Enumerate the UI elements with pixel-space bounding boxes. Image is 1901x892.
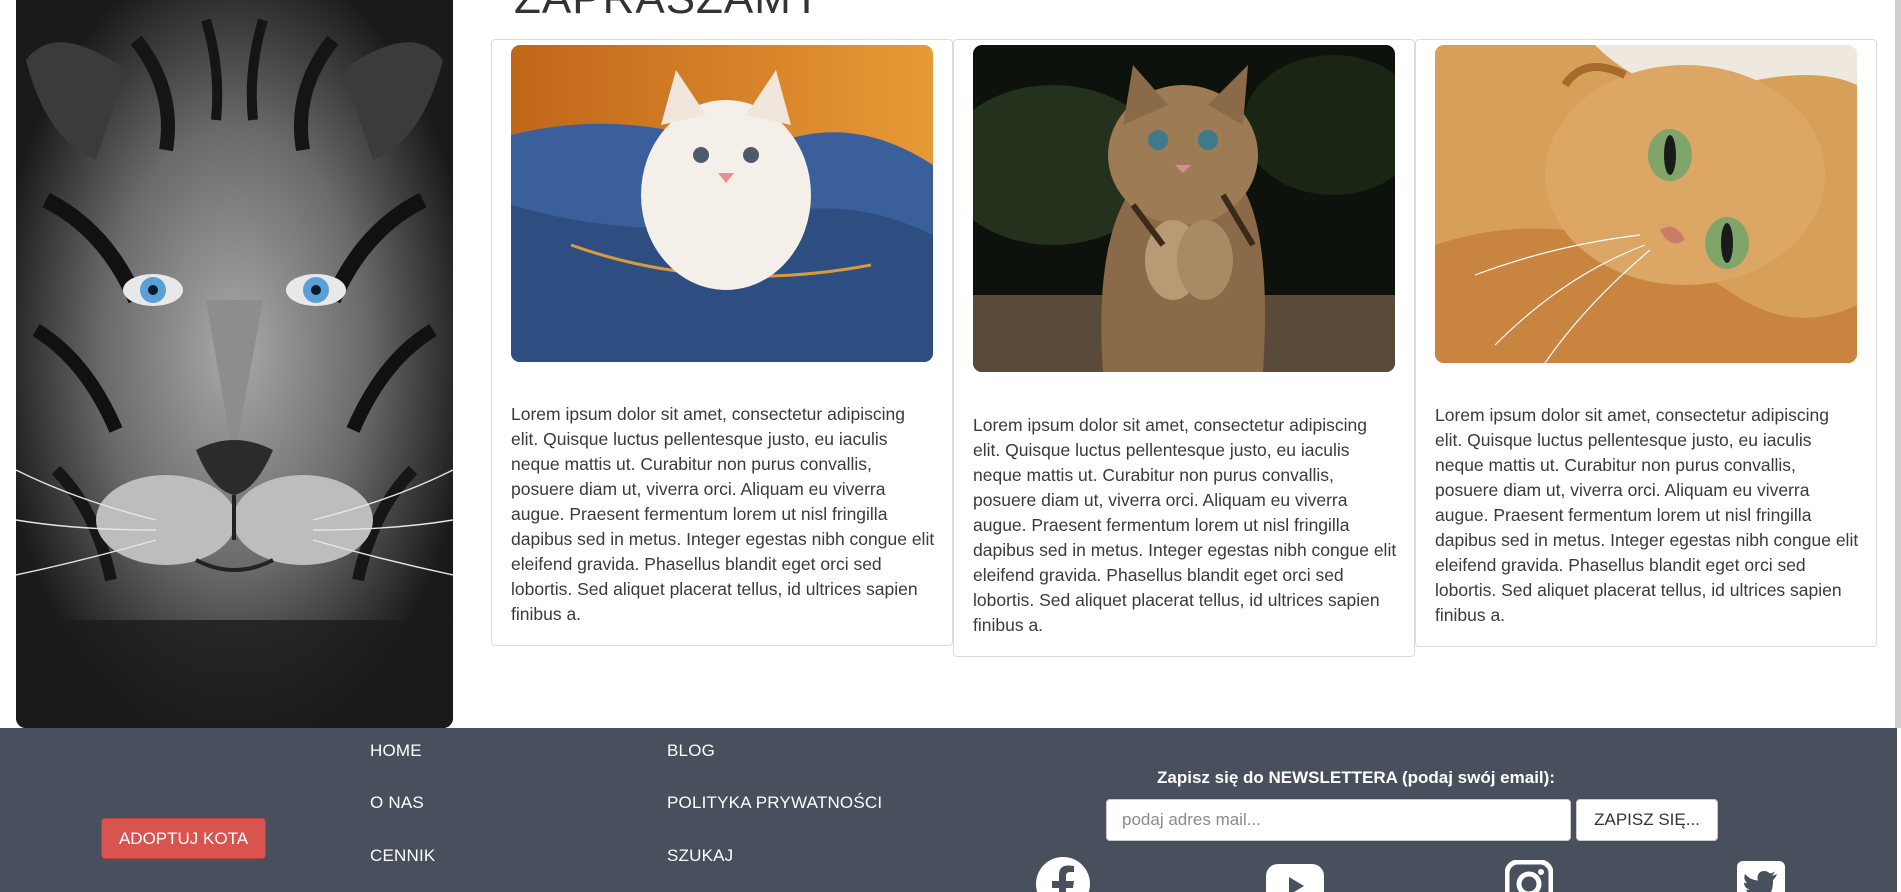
footer-link-about[interactable]: O NAS: [370, 793, 424, 813]
cat-card-1: Lorem ipsum dolor sit amet, consectetur …: [491, 39, 953, 646]
adopt-cat-button[interactable]: ADOPTUJ KOTA: [101, 818, 266, 859]
newsletter-subscribe-button[interactable]: ZAPISZ SIĘ...: [1576, 799, 1718, 841]
footer-link-home[interactable]: HOME: [370, 741, 422, 761]
scrollbar[interactable]: [1895, 0, 1901, 728]
ginger-cat-photo: [1435, 45, 1857, 363]
card-text: Lorem ipsum dolor sit amet, consectetur …: [511, 404, 935, 624]
cat-card-3: Lorem ipsum dolor sit amet, consectetur …: [1415, 39, 1877, 647]
instagram-icon[interactable]: [1504, 859, 1561, 892]
youtube-icon[interactable]: [1266, 864, 1324, 892]
newsletter-label: Zapisz się do NEWSLETTERA (podaj swój em…: [1157, 768, 1555, 787]
card-text: Lorem ipsum dolor sit amet, consectetur …: [973, 415, 1397, 635]
footer-link-blog[interactable]: BLOG: [667, 741, 715, 761]
cat-card-2: Lorem ipsum dolor sit amet, consectetur …: [953, 39, 1415, 657]
footer-link-pricing[interactable]: CENNIK: [370, 846, 435, 866]
page-title: ZAPRASZAMY: [514, 0, 822, 24]
kitten-in-jeans-photo: [511, 45, 933, 362]
twitter-icon[interactable]: [1737, 861, 1793, 892]
footer: ADOPTUJ KOTA HOME O NAS CENNIK BLOG POLI…: [0, 728, 1897, 892]
tiger-image: [16, 0, 453, 728]
newsletter-email-input[interactable]: [1106, 799, 1571, 841]
facebook-icon[interactable]: [1035, 856, 1091, 892]
footer-link-privacy[interactable]: POLITYKA PRYWATNOŚCI: [667, 793, 882, 813]
praying-kitten-photo: [973, 45, 1395, 372]
footer-link-search[interactable]: SZUKAJ: [667, 846, 733, 866]
card-text: Lorem ipsum dolor sit amet, consectetur …: [1435, 405, 1859, 625]
